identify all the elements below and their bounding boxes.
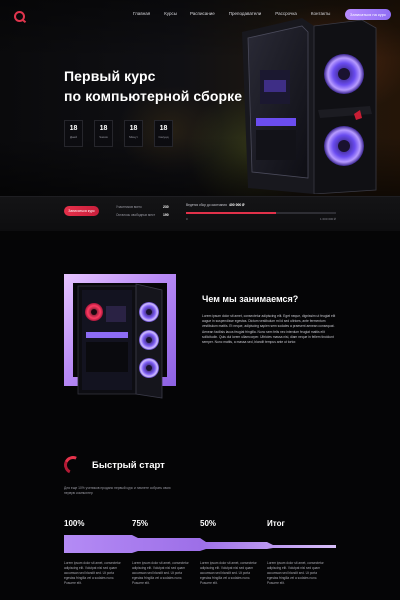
step-text-50: Lorem ipsum dolor sit amet, consectetur … — [200, 561, 257, 585]
about-text: Lorem ipsum dolor sit amet, consectetur … — [202, 314, 336, 345]
countdown: 18 Дней 18 Часов 18 Минут 18 Секунд — [64, 120, 184, 147]
countdown-value: 18 — [99, 125, 108, 132]
about-title: Чем мы занимаемся? — [202, 294, 299, 304]
hero-title-line-2: по компьютерной сборке — [64, 88, 243, 104]
about-pc-case-image — [77, 283, 163, 399]
quick-start-text: Для еще 10% учеников продано первый курс… — [64, 486, 171, 496]
countdown-label: Часов — [99, 135, 108, 139]
step-label-50: 50% — [200, 519, 217, 528]
step-text-100: Lorem ipsum dolor sit amet, consectetur … — [64, 561, 121, 585]
countdown-days: 18 Дней — [64, 120, 83, 147]
nav-item-home[interactable]: Главная — [133, 11, 150, 16]
raised-label: Ведется сбор до окончания — [186, 203, 227, 207]
step-text-total: Lorem ipsum dolor sit amet, consectetur … — [267, 561, 324, 585]
funding-progress-bar — [186, 212, 336, 214]
landing-page: Главная Курсы Расписание Преподаватели Р… — [0, 0, 400, 600]
nav-item-teachers[interactable]: Преподаватели — [229, 11, 261, 16]
hero-title-line-1: Первый курс — [64, 68, 156, 84]
participants-label: Участников всего — [116, 205, 142, 209]
countdown-value: 18 — [159, 125, 168, 132]
hero-title: Первый курс по компьютерной сборке — [64, 66, 242, 106]
quick-start-step-graph — [64, 535, 336, 553]
quick-start-ring-icon — [61, 453, 85, 477]
countdown-seconds: 18 Секунд — [154, 120, 173, 147]
progress-start-tick: 0 — [186, 217, 188, 221]
logo-icon[interactable] — [14, 11, 25, 22]
step-graph-area — [64, 535, 336, 553]
countdown-value: 18 — [69, 125, 78, 132]
progress-end-tick: 1 000 000 ₽ — [320, 217, 337, 221]
top-navigation: Главная Курсы Расписание Преподаватели Р… — [133, 11, 330, 16]
step-label-100: 100% — [64, 519, 85, 528]
step-label-75: 75% — [132, 519, 149, 528]
countdown-label: Дней — [69, 135, 78, 139]
nav-item-installments[interactable]: Рассрочка — [275, 11, 297, 16]
nav-item-schedule[interactable]: Расписание — [190, 11, 215, 16]
hero-pc-case-image — [242, 18, 377, 194]
free-seats-value: 190 — [163, 213, 169, 217]
countdown-label: Минут — [129, 135, 138, 139]
quick-start-title: Быстрый старт — [92, 460, 165, 471]
enroll-button[interactable]: Записаться курс — [64, 206, 99, 216]
countdown-minutes: 18 Минут — [124, 120, 143, 147]
funding-progress-fill — [186, 212, 276, 214]
nav-item-contacts[interactable]: Контакты — [311, 11, 330, 16]
nav-item-courses[interactable]: Курсы — [164, 11, 177, 16]
raised-value: 400 000 ₽ — [229, 203, 245, 207]
step-text-75: Lorem ipsum dolor sit amet, consectetur … — [132, 561, 189, 585]
countdown-hours: 18 Часов — [94, 120, 113, 147]
countdown-label: Секунд — [158, 135, 169, 139]
free-seats-label: Осталось свободных мест — [116, 213, 156, 217]
participants-value: 230 — [163, 205, 169, 209]
signup-button[interactable]: Записаться на курс — [345, 9, 391, 20]
step-label-total: Итог — [267, 519, 285, 528]
countdown-value: 18 — [129, 125, 138, 132]
